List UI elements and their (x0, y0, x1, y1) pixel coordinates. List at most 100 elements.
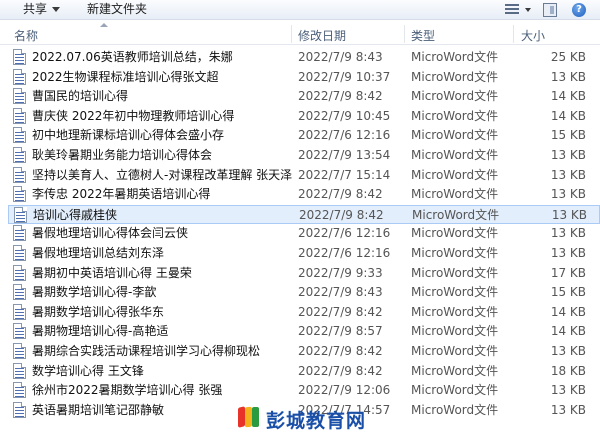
file-name: 2022.07.06英语教师培训总结，朱娜 (32, 50, 233, 64)
word-document-icon (13, 303, 26, 320)
file-name: 坚持以美育人、立德树人-对课程改革理解 张天泽 (32, 167, 293, 182)
file-size: 13 KB (550, 402, 586, 417)
site-logo-icon (238, 406, 260, 431)
column-type-header[interactable]: 类型 (411, 27, 435, 44)
file-type: MicroWord文件 (411, 246, 499, 260)
file-type: MicroWord文件 (411, 187, 499, 202)
word-document-icon (13, 225, 26, 242)
file-row[interactable]: 暑期物理培训心得-高艳适 2022/7/9 8:57 MicroWord文件 14 K… (8, 322, 600, 341)
file-row[interactable]: 2022.07.06英语教师培训总结，朱娜 2022/7/9 8:43 MicroW… (8, 48, 600, 67)
column-divider[interactable] (291, 25, 292, 43)
file-row[interactable]: 2022生物课程标准培训心得张文超 2022/7/9 10:37 MicroWord… (8, 68, 600, 87)
file-modified-date: 2022/7/6 12:16 (298, 246, 391, 260)
column-size-header[interactable]: 大小 (521, 27, 545, 44)
file-row[interactable]: 曹国民的培训心得 2022/7/9 8:42 MicroWord文件 14 KB (8, 87, 600, 106)
file-name: 暑期初中英语培训心得 王曼荣 (32, 265, 192, 280)
file-modified-date: 2022/7/9 8:42 (298, 344, 383, 358)
file-modified-date: 2022/7/9 8:42 (298, 89, 383, 104)
file-name: 暑假地理培训心得体会闫云侠 (32, 226, 189, 241)
file-size: 14 KB (550, 324, 586, 339)
word-document-icon (13, 166, 26, 183)
file-type: MicroWord文件 (411, 363, 499, 378)
file-name: 暑期数学培训心得-李歆 (32, 285, 157, 300)
file-row[interactable]: 初中地理新课标培训心得体会盛小存 2022/7/6 12:16 MicroWord文… (8, 126, 600, 145)
file-name: 2022生物课程标准培训心得张文超 (32, 69, 219, 84)
file-row[interactable]: 培训心得戚桂侠 2022/7/9 8:42 MicroWord文件 13 KB (8, 204, 600, 224)
file-modified-date: 2022/7/9 8:42 (299, 207, 384, 222)
file-modified-date: 2022/7/9 8:42 (298, 363, 383, 378)
word-document-icon (13, 401, 26, 418)
column-divider[interactable] (513, 25, 514, 43)
file-row[interactable]: 耿美玲暑期业务能力培训心得体会 2022/7/9 13:54 MicroWord文件… (8, 146, 600, 165)
file-type: MicroWord文件 (411, 167, 499, 182)
share-button[interactable]: 共享 (20, 1, 50, 18)
file-name: 英语暑期培训笔记邵静敏 (32, 402, 165, 417)
file-name: 耿美玲暑期业务能力培训心得体会 (32, 148, 213, 162)
sort-ascending-icon (100, 23, 108, 27)
preview-pane-icon[interactable] (543, 3, 557, 17)
word-document-icon (13, 127, 26, 144)
file-name: 暑期数学培训心得张华东 (32, 304, 165, 319)
file-size: 13 KB (550, 344, 586, 358)
help-icon[interactable]: ? (572, 3, 586, 17)
file-row[interactable]: 坚持以美育人、立德树人-对课程改革理解 张天泽 2022/7/7 15:14 Mic… (8, 166, 600, 185)
file-row[interactable]: 曹庆侠 2022年初中物理教师培训心得 2022/7/9 10:45 MicroWo… (8, 107, 600, 126)
file-name: 曹庆侠 2022年初中物理教师培训心得 (32, 108, 235, 123)
file-type: MicroWord文件 (411, 128, 499, 143)
file-modified-date: 2022/7/9 8:43 (298, 285, 383, 300)
share-dropdown-arrow-icon[interactable] (52, 7, 60, 12)
column-name-header[interactable]: 名称 (14, 27, 38, 44)
file-row[interactable]: 李传忠 2022年暑期英语培训心得 2022/7/9 8:42 MicroWord文… (8, 185, 600, 204)
file-name: 初中地理新课标培训心得体会盛小存 (32, 128, 225, 143)
file-row[interactable]: 徐州市2022暑期数学培训心得 张强 2022/7/9 12:06 MicroWor… (8, 381, 600, 400)
file-row[interactable]: 数学培训心得 王文锋 2022/7/9 8:42 MicroWord文件 18 KB (8, 362, 600, 381)
file-name: 暑期综合实践活动课程培训学习心得柳现松 (32, 344, 261, 358)
file-size: 13 KB (550, 246, 586, 260)
file-size: 13 KB (550, 226, 586, 241)
column-date-header[interactable]: 修改日期 (298, 27, 346, 44)
file-row[interactable]: 暑假地理培训总结刘东泽 2022/7/6 12:16 MicroWord文件 13 K… (8, 244, 600, 263)
file-type: MicroWord文件 (411, 50, 499, 64)
file-modified-date: 2022/7/9 10:45 (298, 108, 391, 123)
view-options-icon[interactable] (505, 3, 519, 17)
file-size: 13 KB (551, 207, 587, 222)
file-modified-date: 2022/7/9 8:43 (298, 50, 383, 64)
file-type: MicroWord文件 (411, 402, 499, 417)
word-document-icon (13, 362, 26, 379)
word-document-icon (13, 382, 26, 399)
file-row[interactable]: 暑假地理培训心得体会闫云侠 2022/7/6 12:16 MicroWord文件 13… (8, 224, 600, 243)
column-divider[interactable] (404, 25, 405, 43)
word-document-icon (14, 206, 27, 223)
file-size: 14 KB (550, 304, 586, 319)
file-type: MicroWord文件 (411, 383, 499, 398)
file-name: 数学培训心得 王文锋 (32, 363, 144, 378)
file-row[interactable]: 暑期综合实践活动课程培训学习心得柳现松 2022/7/9 8:42 MicroWor… (8, 342, 600, 361)
file-name: 培训心得戚桂侠 (33, 207, 118, 222)
word-document-icon (13, 323, 26, 340)
file-size: 13 KB (550, 383, 586, 398)
file-type: MicroWord文件 (411, 89, 499, 104)
file-size: 13 KB (550, 69, 586, 84)
file-size: 13 KB (550, 187, 586, 202)
file-type: MicroWord文件 (411, 344, 499, 358)
file-modified-date: 2022/7/6 12:16 (298, 128, 391, 143)
watermark-text: 彭城教育网 (266, 410, 367, 432)
file-modified-date: 2022/7/6 12:16 (298, 226, 391, 241)
word-document-icon (13, 245, 26, 261)
file-size: 15 KB (550, 285, 586, 300)
file-row[interactable]: 暑期数学培训心得-李歆 2022/7/9 8:43 MicroWord文件 15 KB (8, 283, 600, 302)
command-bar: 共享 新建文件夹 ? (0, 0, 600, 20)
file-row[interactable]: 暑期初中英语培训心得 王曼荣 2022/7/9 9:33 MicroWord文件 17… (8, 264, 600, 283)
file-modified-date: 2022/7/9 8:57 (298, 324, 383, 339)
file-name: 曹国民的培训心得 (32, 89, 129, 104)
file-type: MicroWord文件 (411, 69, 499, 84)
word-document-icon (13, 284, 26, 301)
word-document-icon (13, 343, 26, 359)
file-row[interactable]: 暑期数学培训心得张华东 2022/7/9 8:42 MicroWord文件 14 KB (8, 303, 600, 322)
view-dropdown-arrow-icon[interactable] (525, 8, 531, 12)
file-type: MicroWord文件 (411, 108, 499, 123)
file-type: MicroWord文件 (411, 324, 499, 339)
new-folder-button[interactable]: 新建文件夹 (84, 1, 150, 18)
column-header: 名称 修改日期 类型 大小 (0, 23, 600, 45)
file-size: 15 KB (550, 128, 586, 143)
